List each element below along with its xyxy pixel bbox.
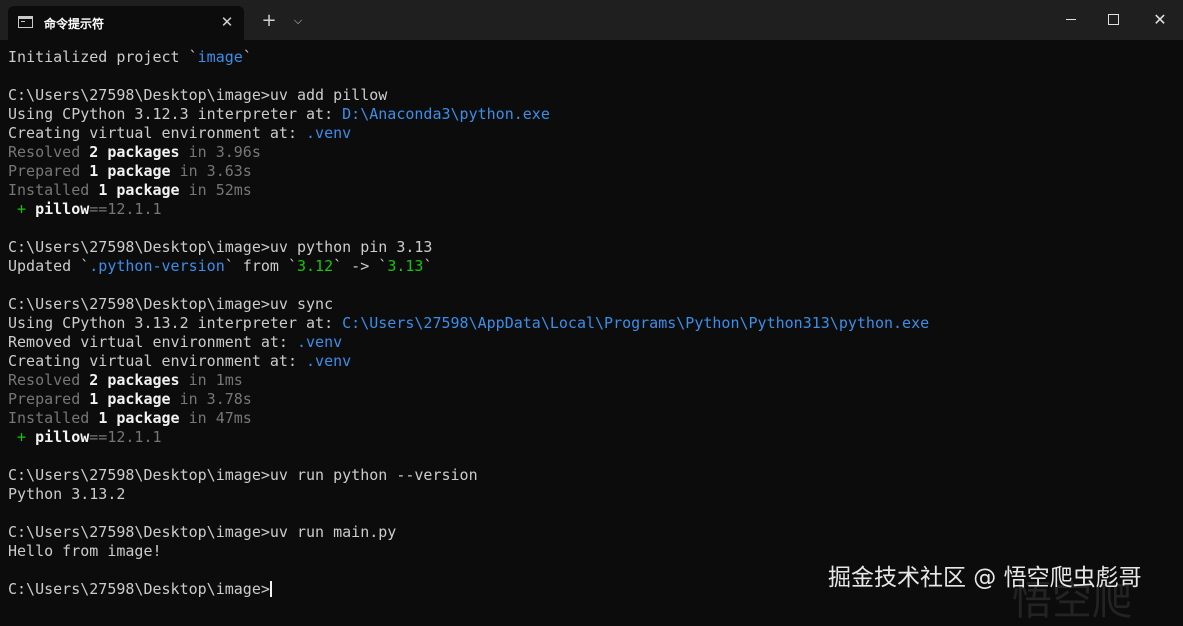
terminal-text: in 1ms bbox=[179, 371, 243, 389]
new-tab-button[interactable]: + bbox=[258, 10, 280, 32]
terminal-line: Resolved 2 packages in 3.96s bbox=[8, 143, 1178, 162]
terminal-line: Python 3.13.2 bbox=[8, 485, 1178, 504]
terminal-line: Initialized project `image` bbox=[8, 48, 1178, 67]
terminal-text: in 3.96s bbox=[179, 143, 261, 161]
terminal-text: + bbox=[8, 200, 36, 218]
terminal-text: ` -> ` bbox=[333, 257, 388, 275]
terminal-line: + pillow==12.1.1 bbox=[8, 428, 1178, 447]
terminal-text: ` bbox=[242, 48, 252, 66]
terminal-line: Removed virtual environment at: .venv bbox=[8, 333, 1178, 352]
terminal-line: Creating virtual environment at: .venv bbox=[8, 352, 1178, 371]
terminal-text: ==12.1.1 bbox=[89, 200, 162, 218]
terminal-text: in 52ms bbox=[179, 181, 252, 199]
minimize-icon bbox=[1066, 19, 1076, 20]
terminal-text: in 3.63s bbox=[170, 162, 252, 180]
terminal-text: ` bbox=[423, 257, 433, 275]
terminal-text: Using CPython 3.13.2 interpreter at: bbox=[8, 314, 343, 332]
terminal-text: C:\Users\27598\AppData\Local\Programs\Py… bbox=[342, 314, 930, 332]
terminal-text: Prepared bbox=[8, 162, 90, 180]
terminal-icon bbox=[18, 16, 33, 28]
close-window-button[interactable]: ✕ bbox=[1137, 0, 1183, 40]
terminal-line: Prepared 1 package in 3.63s bbox=[8, 162, 1178, 181]
watermark: 掘金技术社区 @ 悟空爬虫彪哥 bbox=[828, 565, 1142, 591]
terminal-text: 2 packages bbox=[89, 143, 180, 161]
terminal-text: .venv bbox=[306, 352, 352, 370]
terminal-text: C:\Users\27598\Desktop\image>uv python p… bbox=[8, 238, 433, 256]
terminal-line: Prepared 1 package in 3.78s bbox=[8, 390, 1178, 409]
terminal-text: ` from ` bbox=[224, 257, 297, 275]
terminal-line: C:\Users\27598\Desktop\image>uv run pyth… bbox=[8, 466, 1178, 485]
terminal-text: Installed bbox=[8, 409, 99, 427]
terminal-text: pillow bbox=[35, 200, 90, 218]
terminal-line: Creating virtual environment at: .venv bbox=[8, 124, 1178, 143]
maximize-icon bbox=[1108, 14, 1119, 25]
title-bar: 命令提示符 ✕ + ⌵ ✕ bbox=[0, 0, 1183, 40]
terminal-line: Using CPython 3.12.3 interpreter at: D:\… bbox=[8, 105, 1178, 124]
terminal-line: Installed 1 package in 47ms bbox=[8, 409, 1178, 428]
terminal-text: 2 packages bbox=[89, 371, 180, 389]
terminal-text: .venv bbox=[296, 333, 343, 351]
text-cursor bbox=[269, 581, 272, 597]
terminal-line: + pillow==12.1.1 bbox=[8, 200, 1178, 219]
terminal-text: in 3.78s bbox=[170, 390, 252, 408]
terminal-text: C:\Users\27598\Desktop\image> bbox=[8, 580, 270, 598]
terminal-text: Creating virtual environment at: bbox=[8, 124, 307, 142]
terminal-text: Updated ` bbox=[8, 257, 90, 275]
terminal-text: 3.12 bbox=[297, 257, 334, 275]
terminal-text: Removed virtual environment at: bbox=[8, 333, 297, 351]
terminal-line: C:\Users\27598\Desktop\image>uv sync bbox=[8, 295, 1178, 314]
maximize-button[interactable] bbox=[1090, 0, 1136, 40]
terminal-text: pillow bbox=[35, 428, 90, 446]
terminal-text: image bbox=[197, 48, 243, 66]
terminal-line: Resolved 2 packages in 1ms bbox=[8, 371, 1178, 390]
terminal-text: Resolved bbox=[8, 371, 90, 389]
terminal-text: Creating virtual environment at: bbox=[8, 352, 307, 370]
terminal-output[interactable]: Initialized project `image` C:\Users\2759… bbox=[8, 48, 1178, 603]
terminal-text: 1 package bbox=[89, 162, 171, 180]
minimize-button[interactable] bbox=[1048, 0, 1094, 40]
terminal-text: 1 package bbox=[98, 409, 180, 427]
terminal-text: C:\Users\27598\Desktop\image>uv add pill… bbox=[8, 86, 388, 104]
terminal-line: C:\Users\27598\Desktop\image>uv add pill… bbox=[8, 86, 1178, 105]
terminal-line: Installed 1 package in 52ms bbox=[8, 181, 1178, 200]
terminal-text: D:\Anaconda3\python.exe bbox=[342, 105, 550, 123]
terminal-text: 1 package bbox=[89, 390, 171, 408]
terminal-line: Updated `.python-version` from `3.12` ->… bbox=[8, 257, 1178, 276]
terminal-text: Initialized project ` bbox=[8, 48, 198, 66]
terminal-text: in 47ms bbox=[179, 409, 252, 427]
tab-title: 命令提示符 bbox=[44, 17, 105, 31]
terminal-text: 1 package bbox=[98, 181, 180, 199]
terminal-text: Prepared bbox=[8, 390, 90, 408]
terminal-text: C:\Users\27598\Desktop\image>uv sync bbox=[8, 295, 334, 313]
terminal-text: Installed bbox=[8, 181, 99, 199]
tab-command-prompt[interactable]: 命令提示符 ✕ bbox=[8, 6, 244, 40]
terminal-line: Using CPython 3.13.2 interpreter at: C:\… bbox=[8, 314, 1178, 333]
terminal-text: 3.13 bbox=[387, 257, 424, 275]
close-tab-icon[interactable]: ✕ bbox=[218, 11, 236, 33]
terminal-line: C:\Users\27598\Desktop\image>uv run main… bbox=[8, 523, 1178, 542]
terminal-text: .venv bbox=[306, 124, 352, 142]
terminal-text: Resolved bbox=[8, 143, 90, 161]
terminal-text: .python-version bbox=[89, 257, 225, 275]
chevron-down-icon[interactable]: ⌵ bbox=[287, 10, 309, 32]
terminal-text: + bbox=[8, 428, 36, 446]
terminal-text: C:\Users\27598\Desktop\image>uv run pyth… bbox=[8, 466, 478, 484]
terminal-text: ==12.1.1 bbox=[89, 428, 162, 446]
terminal-text: C:\Users\27598\Desktop\image>uv run main… bbox=[8, 523, 397, 541]
terminal-line: C:\Users\27598\Desktop\image>uv python p… bbox=[8, 238, 1178, 257]
terminal-text: Hello from image! bbox=[8, 542, 162, 560]
terminal-text: Python 3.13.2 bbox=[8, 485, 126, 503]
terminal-text: Using CPython 3.12.3 interpreter at: bbox=[8, 105, 343, 123]
